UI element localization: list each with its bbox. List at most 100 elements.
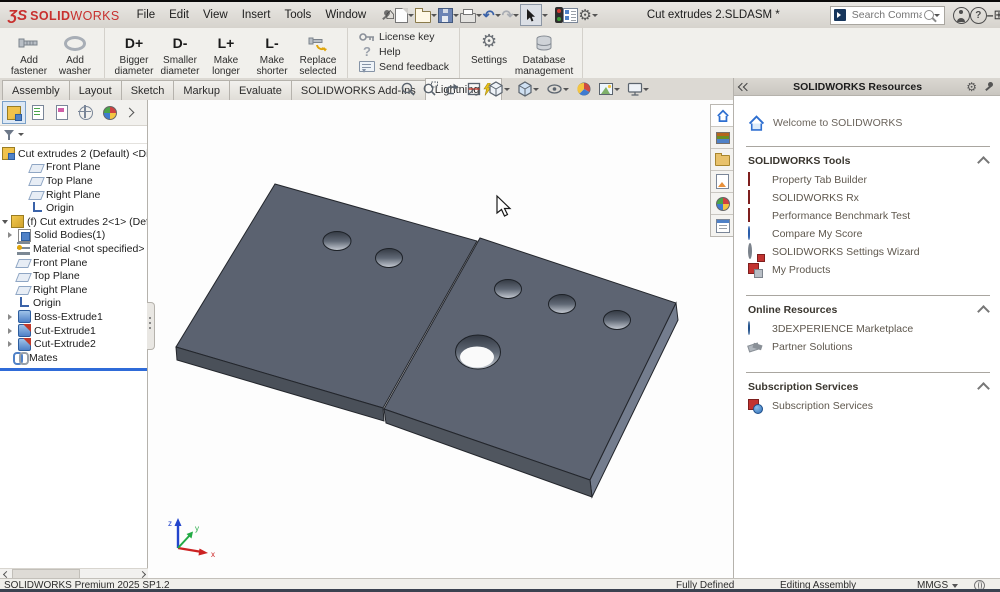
tree-filter-bar[interactable] [0,126,147,144]
database-management-button[interactable]: Database management [512,31,576,77]
collapse-pane-icon[interactable] [739,83,749,91]
redo-button[interactable] [502,4,521,26]
menu-file[interactable]: File [130,5,163,25]
send-feedback-button[interactable]: Send feedback [354,59,453,74]
solidworks-settings-wizard-link[interactable]: SOLIDWORKS Settings Wizard [734,243,1000,261]
my-products-link[interactable]: My Products [734,261,1000,279]
menu-view[interactable]: View [196,5,235,25]
collapse-section-icon[interactable] [977,305,990,318]
more-tabs-chevron-icon[interactable] [125,108,135,118]
search-input[interactable] [850,8,924,22]
open-button[interactable] [415,4,438,26]
hole-small[interactable] [604,311,631,330]
apply-scene-button[interactable] [596,80,623,98]
tree-item-boss-extrude1[interactable]: Boss-Extrude1 [0,310,147,324]
tree-item-top-plane[interactable]: Top Plane [0,174,147,188]
tree-item-origin-part[interactable]: Origin [0,297,147,311]
license-key-button[interactable]: License key [354,29,438,44]
view-settings-button[interactable] [625,80,652,98]
settings-button[interactable]: Settings [466,31,512,66]
menu-insert[interactable]: Insert [235,5,278,25]
tab-assembly[interactable]: Assembly [2,80,70,100]
select-tool-button[interactable] [520,4,549,26]
menu-edit[interactable]: Edit [162,5,196,25]
section-view-button[interactable] [464,80,484,98]
display-style-button[interactable] [515,80,542,98]
tab-layout[interactable]: Layout [69,80,122,100]
print-button[interactable] [460,4,483,26]
tree-item-front-plane-part[interactable]: Front Plane [0,256,147,270]
tab-configurationmanager[interactable] [50,101,74,124]
tree-item-cut-extrude1[interactable]: Cut-Extrude1 [0,324,147,338]
tab-featuremanager-tree[interactable] [2,101,26,124]
tab-appearances-scenes[interactable] [711,193,734,215]
tree-item-cut-extrude2[interactable]: Cut-Extrude2 [0,337,147,351]
collapsed-arrow-icon[interactable] [8,341,15,347]
panel-splitter-handle[interactable] [147,302,155,350]
collapse-section-icon[interactable] [977,382,990,395]
smaller-diameter-button[interactable]: D- Smaller diameter [157,31,203,77]
zoom-to-area-button[interactable] [420,80,440,98]
model-canvas[interactable]: z y x [148,100,733,578]
tab-solidworks-resources[interactable] [711,105,734,127]
view-orientation-button[interactable] [486,80,513,98]
tree-item-right-plane[interactable]: Right Plane [0,188,147,202]
bigger-diameter-button[interactable]: D+ Bigger diameter [111,31,157,77]
tree-item-solid-bodies[interactable]: Solid Bodies(1) [0,229,147,243]
tab-displaymanager[interactable] [98,101,122,124]
tree-item-right-plane-part[interactable]: Right Plane [0,283,147,297]
user-account-button[interactable] [953,5,970,25]
expanded-arrow-icon[interactable] [2,220,8,227]
rollback-bar[interactable] [0,368,147,371]
solidworks-rx-link[interactable]: SOLIDWORKS Rx [734,189,1000,207]
help-button[interactable] [970,5,987,25]
collapsed-arrow-icon[interactable] [8,328,15,334]
tab-file-explorer[interactable] [711,149,734,171]
previous-view-button[interactable] [442,80,462,98]
graphics-viewport[interactable]: z y x [148,100,733,578]
replace-selected-button[interactable]: Replace selected [295,31,341,77]
tab-view-palette[interactable] [711,171,734,193]
tab-sketch[interactable]: Sketch [121,80,175,100]
tree-item-mates[interactable]: Mates [0,351,147,365]
taskpane-pin-icon[interactable] [983,81,995,93]
restore-button[interactable] [993,5,1000,25]
minimize-button[interactable] [987,5,994,25]
3dexperience-marketplace-link[interactable]: 3DEXPERIENCE Marketplace [734,320,1000,338]
tree-item-material[interactable]: Material <not specified> [0,242,147,256]
edit-appearance-button[interactable] [574,80,594,98]
tree-item-assembly-root[interactable]: Cut extrudes 2 (Default) <Display State [0,147,147,161]
tab-dimxpertmanager[interactable] [74,101,98,124]
hide-show-items-button[interactable] [544,80,572,98]
tab-evaluate[interactable]: Evaluate [229,80,292,100]
hole-small[interactable] [549,295,576,314]
hole-small[interactable] [323,232,351,251]
tree-item-top-plane-part[interactable]: Top Plane [0,269,147,283]
menu-window[interactable]: Window [318,5,373,25]
performance-benchmark-test-link[interactable]: Performance Benchmark Test [734,207,1000,225]
tab-markup[interactable]: Markup [173,80,230,100]
compare-my-score-link[interactable]: Compare My Score [734,225,1000,243]
hole-small[interactable] [376,249,403,268]
tab-custom-properties[interactable] [711,215,734,236]
tree-item-front-plane[interactable]: Front Plane [0,161,147,175]
tab-design-library[interactable] [711,127,734,149]
search-commands-box[interactable] [830,6,945,25]
file-properties-button[interactable] [563,4,578,26]
section-solidworks-tools[interactable]: SOLIDWORKS Tools [734,151,1000,171]
collapsed-arrow-icon[interactable] [8,232,15,238]
save-button[interactable] [438,4,460,26]
make-longer-button[interactable]: L+ Make longer [203,31,249,77]
add-washer-button[interactable]: Add washer [52,31,98,77]
zoom-to-fit-button[interactable] [398,80,418,98]
new-document-button[interactable] [395,4,415,26]
home-button[interactable] [385,4,395,26]
subscription-services-link[interactable]: Subscription Services [734,397,1000,415]
add-fastener-button[interactable]: Add fastener [6,31,52,77]
make-shorter-button[interactable]: L- Make shorter [249,31,295,77]
undo-button[interactable] [483,4,502,26]
model-status-button[interactable] [555,4,563,26]
options-button[interactable] [578,4,598,26]
taskpane-options-gear-icon[interactable] [966,80,977,94]
section-online-resources[interactable]: Online Resources [734,300,1000,320]
